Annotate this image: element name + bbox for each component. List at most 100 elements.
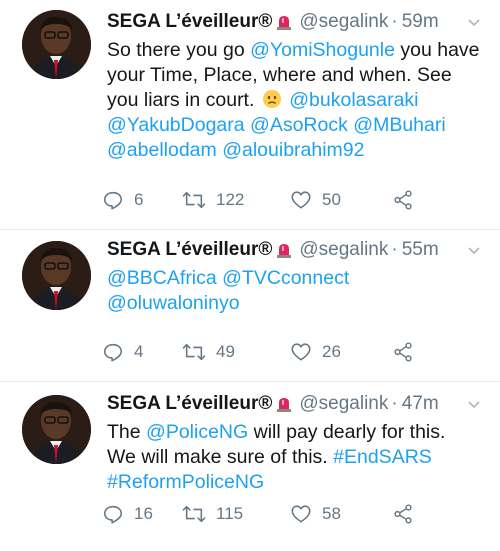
text-segment: So there you go (107, 39, 251, 61)
tweet[interactable]: SEGA L’éveilleur® @segalink · 59m So the… (0, 0, 500, 230)
text-line: @oluwaloninyo (107, 291, 488, 316)
tweet-header: SEGA L’éveilleur® @segalink · 59m (107, 10, 488, 34)
worried-face-icon (262, 89, 282, 109)
timestamp[interactable]: 47m (402, 392, 439, 416)
tweet-text: So there you go @YomiShogunle you have y… (107, 38, 488, 163)
retweet-icon (182, 505, 206, 523)
tweet-actions: 16 115 58 (103, 502, 500, 526)
like-button[interactable]: 26 (290, 341, 341, 363)
chevron-down-icon[interactable] (466, 14, 482, 30)
text-line: @BBCAfrica @TVCconnect (107, 266, 488, 291)
tweet[interactable]: SEGA L’éveilleur® @segalink · 55m @BBCAf… (0, 230, 500, 382)
share-icon (394, 504, 412, 524)
retweet-count: 115 (216, 504, 244, 523)
reply-count: 4 (134, 342, 144, 361)
text-segment: your Time, Place, where and when. See (107, 64, 452, 86)
reply-button[interactable]: 16 (102, 503, 153, 525)
police-light-icon (274, 240, 294, 260)
chevron-down-icon[interactable] (466, 242, 482, 258)
retweet-button[interactable]: 115 (182, 503, 243, 525)
author-handle[interactable]: @segalink (299, 392, 388, 416)
timestamp[interactable]: 59m (402, 10, 439, 34)
text-segment: you liars in court. (107, 89, 260, 111)
reply-icon (103, 505, 123, 524)
avatar[interactable] (22, 395, 91, 464)
avatar-image (22, 395, 91, 464)
retweet-button[interactable]: 49 (182, 341, 235, 363)
reply-button[interactable]: 6 (102, 189, 143, 211)
text-segment: The (107, 421, 147, 443)
mention-link[interactable]: @abellodam (107, 139, 217, 161)
tweet-content: SEGA L’éveilleur® @segalink · 59m So the… (107, 10, 488, 163)
police-light-icon (274, 12, 294, 32)
author-name[interactable]: SEGA L’éveilleur® (107, 392, 272, 416)
text-segment: will pay dearly for this. (248, 421, 446, 443)
tweet-header: SEGA L’éveilleur® @segalink · 47m (107, 392, 488, 416)
retweet-icon (182, 343, 206, 361)
avatar[interactable] (22, 241, 91, 310)
author-name[interactable]: SEGA L’éveilleur® (107, 10, 272, 34)
author-handle[interactable]: @segalink (299, 10, 388, 34)
reply-count: 16 (134, 504, 153, 523)
retweet-count: 122 (216, 190, 245, 209)
author-name[interactable]: SEGA L’éveilleur® (107, 238, 272, 262)
mention-link[interactable]: @alouibrahim92 (222, 139, 364, 161)
text-line: So there you go @YomiShogunle you have (107, 38, 488, 63)
share-button[interactable] (392, 341, 424, 363)
author-handle[interactable]: @segalink (299, 238, 388, 262)
text-line: The @PoliceNG will pay dearly for this. (107, 420, 488, 445)
retweet-button[interactable]: 122 (182, 189, 244, 211)
tweet-actions: 6 122 50 (103, 188, 500, 212)
separator-dot: · (391, 11, 398, 32)
like-count: 50 (322, 190, 341, 209)
mention-link[interactable]: @PoliceNG (146, 421, 248, 443)
mention-link[interactable]: @TVCconnect (222, 267, 349, 289)
tweet-header: SEGA L’éveilleur® @segalink · 55m (107, 238, 488, 262)
like-button[interactable]: 50 (290, 189, 341, 211)
tweet-text: @BBCAfrica @TVCconnect @oluwaloninyo (107, 266, 488, 316)
tweet-actions: 4 49 26 (103, 340, 500, 364)
text-segment: you have (394, 39, 480, 61)
mention-link[interactable]: @MBuhari (353, 114, 445, 136)
tweet[interactable]: SEGA L’éveilleur® @segalink · 47m The @P… (0, 382, 500, 551)
text-line: you liars in court. @bukolasaraki (107, 88, 488, 113)
tweet-feed: SEGA L’éveilleur® @segalink · 59m So the… (0, 0, 500, 551)
avatar-image (22, 241, 91, 310)
share-icon (394, 190, 412, 210)
mention-link[interactable]: @BBCAfrica (107, 267, 217, 289)
reply-icon (103, 343, 123, 362)
like-count: 58 (322, 504, 341, 523)
timestamp[interactable]: 55m (402, 238, 439, 262)
mention-link[interactable]: @YakubDogara (107, 114, 245, 136)
separator-dot: · (391, 393, 398, 414)
hashtag-link[interactable]: #ReformPoliceNG (107, 471, 264, 493)
reply-button[interactable]: 4 (102, 341, 143, 363)
tweet-text: The @PoliceNG will pay dearly for this. … (107, 420, 488, 495)
police-light-icon (274, 394, 294, 414)
mention-link[interactable]: @bukolasaraki (289, 89, 418, 111)
share-button[interactable] (392, 503, 424, 525)
heart-icon (291, 191, 311, 209)
tweet-content: SEGA L’éveilleur® @segalink · 55m @BBCAf… (107, 238, 488, 316)
avatar-image (22, 10, 91, 79)
tweet-content: SEGA L’éveilleur® @segalink · 47m The @P… (107, 392, 488, 495)
retweet-count: 49 (216, 342, 235, 361)
share-icon (394, 342, 412, 362)
hashtag-link[interactable]: #EndSARS (333, 446, 432, 468)
like-count: 26 (322, 342, 341, 361)
avatar[interactable] (22, 10, 91, 79)
like-button[interactable]: 58 (290, 503, 341, 525)
chevron-down-icon[interactable] (466, 396, 482, 412)
share-button[interactable] (392, 189, 424, 211)
separator-dot: · (391, 239, 398, 260)
text-line: We will make sure of this. #EndSARS (107, 445, 488, 470)
reply-count: 6 (134, 190, 144, 209)
mention-link[interactable]: @YomiShogunle (250, 39, 395, 61)
text-line: #ReformPoliceNG (107, 470, 488, 495)
text-line: @abellodam @alouibrahim92 (107, 138, 488, 163)
mention-link[interactable]: @oluwaloninyo (107, 292, 240, 314)
text-segment: We will make sure of this. (107, 446, 334, 468)
text-line: @YakubDogara @AsoRock @MBuhari (107, 113, 488, 138)
retweet-icon (182, 191, 206, 209)
mention-link[interactable]: @AsoRock (250, 114, 348, 136)
